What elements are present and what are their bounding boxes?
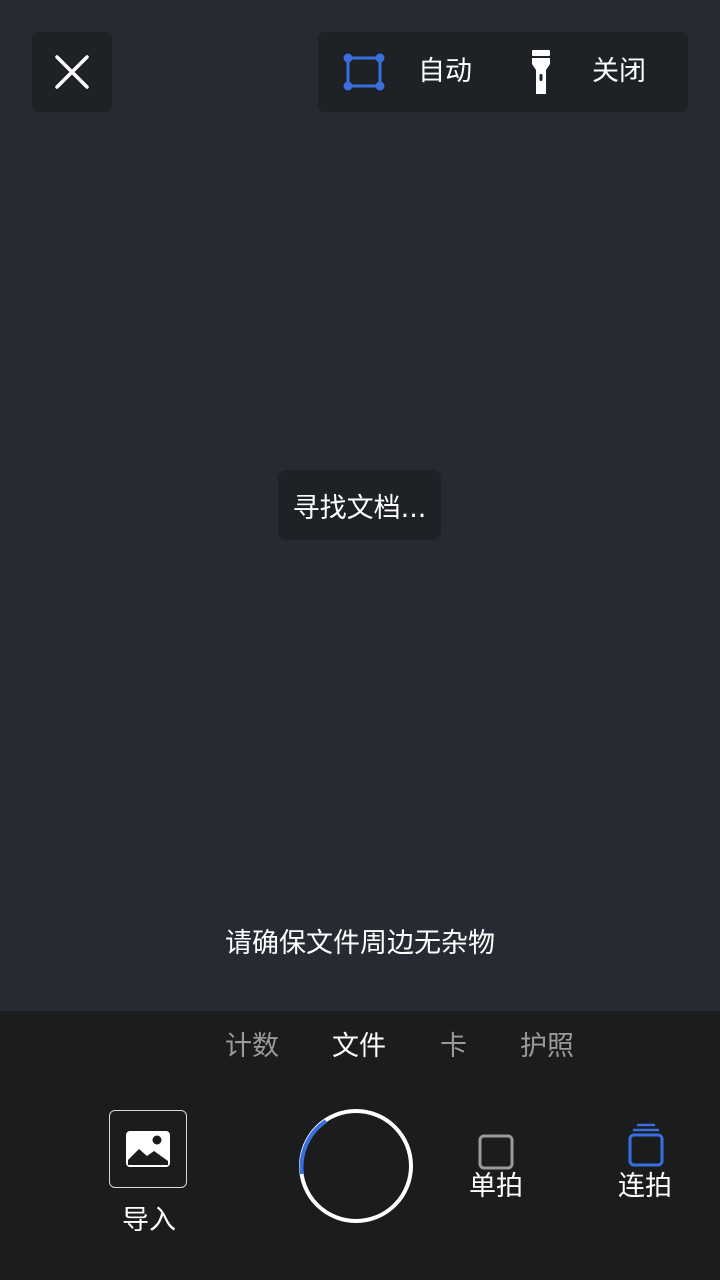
single-shot-label[interactable]: 单拍 bbox=[460, 1169, 532, 1205]
capture-settings-bar: 自动 关闭 bbox=[318, 32, 688, 112]
crop-mode-label[interactable]: 自动 bbox=[418, 54, 472, 90]
shutter-button[interactable] bbox=[296, 1106, 416, 1226]
flashlight-icon[interactable] bbox=[526, 48, 556, 96]
import-label: 导入 bbox=[122, 1205, 176, 1236]
image-icon bbox=[126, 1131, 170, 1167]
burst-shot-icon[interactable] bbox=[628, 1123, 664, 1167]
import-button[interactable] bbox=[109, 1110, 187, 1188]
mode-tab-card[interactable]: 卡 bbox=[440, 1027, 467, 1067]
crop-auto-icon[interactable] bbox=[342, 52, 386, 92]
capture-hint-text: 请确保文件周边无杂物 bbox=[225, 928, 495, 959]
close-icon bbox=[55, 55, 89, 89]
mode-tab-document[interactable]: 文件 bbox=[332, 1027, 386, 1067]
close-button[interactable] bbox=[32, 32, 112, 112]
flash-status-label[interactable]: 关闭 bbox=[592, 54, 646, 90]
mode-tab-passport[interactable]: 护照 bbox=[520, 1027, 574, 1067]
bottom-control-panel: 计数 文件 卡 护照 导入 单拍 连拍 bbox=[0, 1011, 720, 1280]
single-shot-icon[interactable] bbox=[478, 1134, 514, 1170]
finding-document-toast: 寻找文档... bbox=[278, 470, 441, 540]
mode-tab-count[interactable]: 计数 bbox=[225, 1027, 279, 1067]
burst-shot-label[interactable]: 连拍 bbox=[609, 1169, 681, 1205]
